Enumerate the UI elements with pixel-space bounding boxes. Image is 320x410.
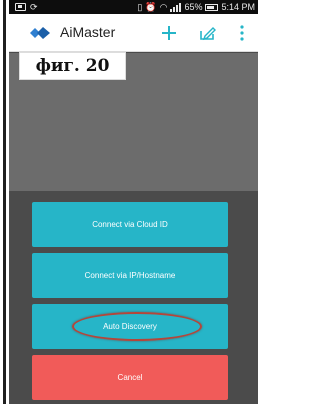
photo-frame-left bbox=[0, 0, 9, 410]
battery-icon bbox=[205, 3, 219, 11]
logo-icon bbox=[30, 27, 50, 39]
add-icon[interactable] bbox=[159, 23, 179, 43]
app-bar: AiMaster bbox=[9, 14, 258, 52]
sync-icon: ⟳ bbox=[30, 2, 38, 12]
status-bar: ⟳ ▯ ⏰ ◠ 65% 5:14 PM bbox=[9, 0, 258, 14]
figure-label: фиг. 20 bbox=[19, 52, 126, 80]
vibrate-icon: ▯ bbox=[137, 2, 143, 12]
wifi-icon: ◠ bbox=[159, 2, 168, 12]
battery-percent: 65% bbox=[184, 2, 203, 12]
alarm-icon: ⏰ bbox=[145, 2, 157, 12]
highlight-ellipse bbox=[72, 312, 202, 341]
cancel-button[interactable]: Cancel bbox=[32, 355, 228, 400]
edit-icon[interactable] bbox=[197, 23, 217, 43]
screenshot-icon bbox=[15, 3, 26, 11]
app-title: AiMaster bbox=[60, 24, 116, 40]
connect-ip-hostname-button[interactable]: Connect via IP/Hostname bbox=[32, 253, 228, 298]
photo-frame-bottom bbox=[0, 404, 258, 410]
overflow-menu-icon[interactable] bbox=[239, 23, 245, 43]
connect-cloud-id-button[interactable]: Connect via Cloud ID bbox=[32, 202, 228, 247]
clock: 5:14 PM bbox=[221, 2, 255, 12]
signal-icon bbox=[170, 2, 182, 12]
